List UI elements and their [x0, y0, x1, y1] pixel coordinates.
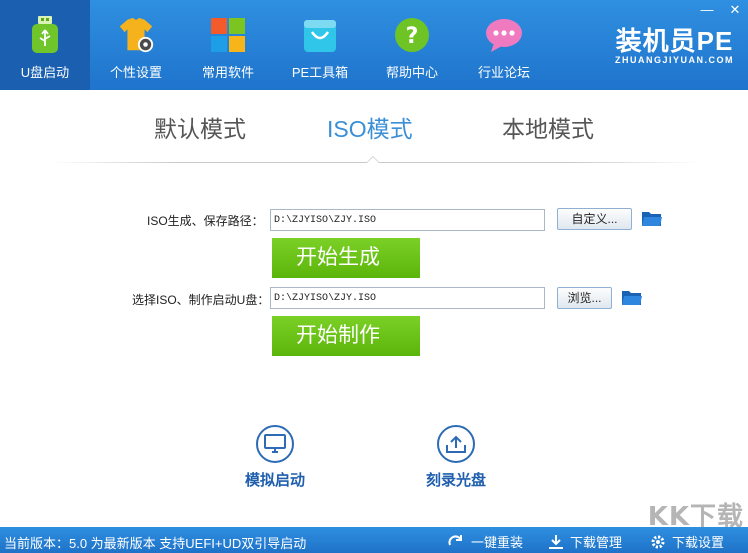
- usb-icon: [25, 15, 65, 55]
- active-tab-indicator: [366, 156, 380, 163]
- tshirt-gear-icon: [116, 15, 156, 55]
- upload-tray-icon: [437, 425, 475, 463]
- tiles-icon: [208, 15, 248, 55]
- version-text: 当前版本：5.0 为最新版本 支持UEFI+UD双引导启动: [4, 536, 307, 551]
- tab-iso-mode[interactable]: ISO模式: [327, 110, 413, 144]
- window-controls: — ✕: [700, 2, 742, 18]
- chat-bubble-icon: [484, 15, 524, 55]
- folder-icon[interactable]: [621, 288, 643, 306]
- start-generate-button[interactable]: 开始生成: [272, 238, 420, 278]
- start-make-button[interactable]: 开始制作: [272, 316, 420, 356]
- folder-icon[interactable]: [641, 209, 663, 227]
- browse-button[interactable]: 浏览...: [557, 287, 612, 309]
- download-manager-label: 下载管理: [570, 535, 623, 550]
- close-button[interactable]: ✕: [728, 2, 742, 18]
- nav-label: 行业论坛: [477, 65, 530, 80]
- nav-item-pe-toolbox[interactable]: PE工具箱: [274, 0, 366, 90]
- brand-name: 装机员PE: [615, 26, 734, 56]
- nav-item-usb-boot[interactable]: U盘启动: [0, 0, 90, 90]
- nav-item-software[interactable]: 常用软件: [182, 0, 274, 90]
- brand-domain: ZHUANGJIYUAN.COM: [614, 55, 734, 65]
- monitor-icon: [256, 425, 294, 463]
- download-settings-label: 下载设置: [672, 535, 725, 550]
- main-nav: U盘启动 个性设置 常用软件 PE工具箱 ? 帮助中心 行业论坛: [0, 0, 550, 90]
- minimize-button[interactable]: —: [700, 2, 714, 18]
- brand-logo: 装机员PE ZHUANGJIYUAN.COM: [615, 27, 734, 65]
- burn-disc-label: 刻录光盘: [426, 472, 487, 489]
- iso-select-path-input[interactable]: [270, 287, 545, 309]
- nav-item-forum[interactable]: 行业论坛: [458, 0, 550, 90]
- refresh-icon: [448, 534, 462, 545]
- nav-label: 常用软件: [201, 65, 254, 80]
- one-click-reinstall-button[interactable]: 一键重装: [447, 532, 523, 551]
- simulate-boot-action[interactable]: 模拟启动: [245, 425, 305, 490]
- download-icon: [549, 534, 563, 549]
- nav-label: PE工具箱: [291, 65, 349, 80]
- tab-local-mode[interactable]: 本地模式: [502, 110, 594, 144]
- status-bar: 当前版本：5.0 为最新版本 支持UEFI+UD双引导启动 一键重装 下载管理 …: [0, 527, 748, 553]
- nav-label: 帮助中心: [385, 65, 438, 80]
- one-click-reinstall-label: 一键重装: [471, 535, 524, 550]
- iso-save-path-label: ISO生成、保存路径：: [147, 214, 264, 228]
- nav-label: 个性设置: [109, 65, 162, 80]
- iso-save-path-input[interactable]: [270, 209, 545, 231]
- nav-item-personalize[interactable]: 个性设置: [90, 0, 182, 90]
- iso-select-label: 选择ISO、制作启动U盘：: [132, 293, 270, 307]
- mode-tabs: 默认模式 ISO模式 本地模式: [0, 110, 748, 150]
- top-bar: U盘启动 个性设置 常用软件 PE工具箱 ? 帮助中心 行业论坛 — ✕ 装机员…: [0, 0, 748, 90]
- download-manager-button[interactable]: 下载管理: [548, 532, 622, 551]
- tab-default-mode[interactable]: 默认模式: [154, 110, 246, 144]
- shopping-bag-icon: [300, 15, 340, 55]
- burn-disc-action[interactable]: 刻录光盘: [426, 425, 486, 490]
- gear-icon: [651, 535, 665, 548]
- help-icon: ?: [392, 15, 432, 55]
- svg-text:?: ?: [406, 24, 419, 49]
- simulate-boot-label: 模拟启动: [245, 472, 306, 489]
- nav-label: U盘启动: [20, 65, 70, 80]
- download-settings-button[interactable]: 下载设置: [650, 532, 724, 551]
- nav-item-help[interactable]: ? 帮助中心: [366, 0, 458, 90]
- custom-path-button[interactable]: 自定义...: [557, 208, 632, 230]
